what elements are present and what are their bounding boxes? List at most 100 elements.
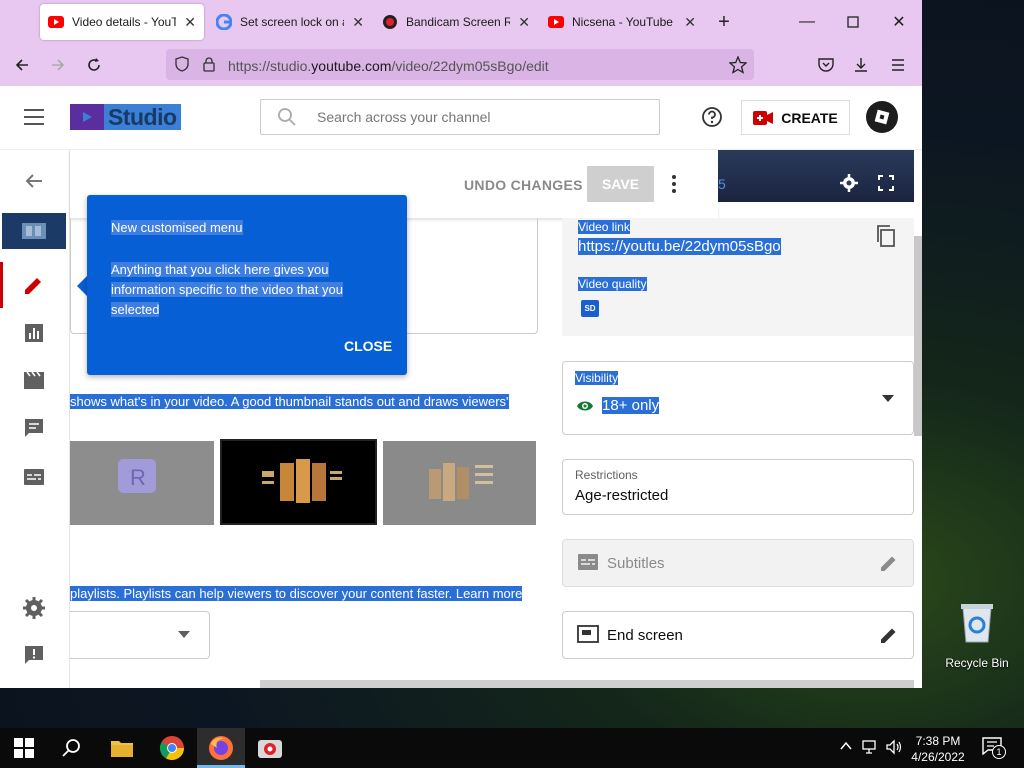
close-icon[interactable]: ✕: [518, 14, 530, 31]
video-camera-icon: [753, 110, 774, 125]
studio-logo[interactable]: Studio: [70, 104, 181, 130]
thumbnail-option-selected[interactable]: [220, 439, 377, 525]
settings-gear-icon[interactable]: [840, 174, 858, 192]
undo-changes-button[interactable]: UNDO CHANGES: [464, 177, 583, 193]
dropdown-arrow-icon[interactable]: [178, 631, 190, 639]
subtitles-icon[interactable]: [22, 465, 46, 489]
help-icon[interactable]: [701, 106, 723, 128]
notifications-button[interactable]: 1: [982, 737, 1006, 759]
maximize-button[interactable]: [839, 8, 867, 36]
edit-pencil-icon[interactable]: [879, 625, 899, 645]
playlist-description: playlists. Playlists can help viewers to…: [70, 586, 523, 601]
end-screen-label: End screen: [607, 627, 683, 644]
avatar[interactable]: [866, 101, 898, 133]
comments-icon[interactable]: [22, 416, 46, 440]
video-link-label: Video link: [578, 220, 630, 234]
video-preview[interactable]: 5: [718, 150, 914, 202]
thumbnail-image: [262, 459, 342, 503]
subtitles-icon: [578, 554, 598, 570]
create-button[interactable]: CREATE: [741, 100, 850, 135]
sd-quality-badge: SD: [581, 300, 599, 317]
volume-icon[interactable]: [885, 739, 903, 755]
close-icon[interactable]: ✕: [684, 14, 696, 31]
end-screen-icon: [577, 625, 599, 643]
chrome-icon[interactable]: [158, 734, 186, 762]
reload-button[interactable]: [80, 52, 108, 78]
tab-video-details[interactable]: Video details - YouTube ✕: [40, 4, 204, 40]
back-button[interactable]: [8, 52, 36, 78]
tab-title: Video details - YouTube: [72, 15, 177, 29]
new-tab-button[interactable]: +: [710, 8, 738, 36]
analytics-icon[interactable]: [22, 321, 46, 345]
tooltip-title: New customised menu: [111, 220, 243, 235]
preview-timestamp: 5: [718, 176, 726, 192]
search-placeholder: Search across your channel: [317, 109, 491, 125]
tab-title: Nicsena - YouTube: [572, 15, 673, 29]
minimize-button[interactable]: —: [793, 8, 821, 36]
play-logo-icon: [70, 104, 104, 130]
tooltip-body: Anything that you click here gives you i…: [111, 262, 343, 317]
video-link[interactable]: https://youtu.be/22dym05sBgo: [578, 238, 781, 255]
download-icon[interactable]: [852, 56, 870, 74]
video-thumbnail-mini[interactable]: [2, 213, 66, 249]
recycle-bin-label: Recycle Bin: [945, 656, 1009, 670]
fullscreen-icon[interactable]: [878, 175, 894, 191]
back-arrow-icon[interactable]: [22, 169, 46, 193]
more-options-icon[interactable]: [664, 172, 684, 196]
clock-time: 7:38 PM: [915, 734, 961, 748]
feedback-icon[interactable]: [22, 643, 46, 667]
search-icon[interactable]: [62, 738, 82, 758]
tooltip-arrow: [77, 276, 87, 296]
visibility-value: 18+ only: [602, 397, 660, 414]
subtitles-label: Subtitles: [607, 555, 665, 572]
settings-gear-icon[interactable]: [22, 596, 46, 620]
forward-button[interactable]: [44, 52, 72, 78]
tab-title: Set screen lock on an: [240, 15, 345, 29]
recycle-bin[interactable]: Recycle Bin: [944, 600, 1010, 670]
close-icon[interactable]: ✕: [352, 14, 364, 31]
pocket-icon[interactable]: [817, 56, 835, 74]
eye-icon: [577, 401, 593, 411]
edit-pencil-icon[interactable]: [879, 553, 899, 573]
google-icon: [216, 14, 232, 30]
tab-title: Bandicam Screen Rec: [406, 15, 511, 29]
close-window-button[interactable]: ✕: [885, 8, 913, 36]
thumbnail-option[interactable]: [383, 441, 536, 525]
url-text[interactable]: https://studio.youtube.com/video/22dym05…: [228, 58, 549, 74]
firefox-icon[interactable]: [207, 734, 235, 762]
system-clock[interactable]: 7:38 PM 4/26/2022: [908, 733, 968, 765]
thumbnail-upload[interactable]: R: [70, 441, 214, 525]
lock-icon[interactable]: [202, 56, 216, 72]
roblox-avatar-icon: [874, 109, 890, 125]
scrollbar[interactable]: [914, 236, 922, 436]
network-icon[interactable]: [862, 739, 880, 755]
edit-pencil-icon[interactable]: [22, 273, 46, 297]
reload-icon: [88, 58, 100, 71]
logo-text: Studio: [108, 103, 177, 130]
tooltip-close-button[interactable]: CLOSE: [344, 338, 392, 354]
hamburger-menu-icon[interactable]: [889, 56, 907, 74]
youtube-icon: [48, 16, 64, 28]
save-button[interactable]: SAVE: [587, 166, 654, 202]
tab-nicsena[interactable]: Nicsena - YouTube ✕: [540, 4, 704, 40]
shield-icon[interactable]: [174, 56, 190, 72]
svg-text:R: R: [130, 465, 146, 490]
tab-bandicam[interactable]: Bandicam Screen Rec ✕: [374, 4, 538, 40]
visibility-label: Visibility: [575, 371, 619, 385]
bookmark-star-icon[interactable]: [729, 56, 747, 74]
tab-screen-lock[interactable]: Set screen lock on an ✕: [208, 4, 372, 40]
chevron-up-icon[interactable]: [840, 741, 852, 751]
copy-icon[interactable]: [875, 224, 897, 248]
notification-count: 1: [992, 745, 1006, 759]
bandicam-icon[interactable]: [256, 734, 284, 762]
forward-arrow-icon: [52, 59, 65, 71]
thumbnail-description: shows what's in your video. A good thumb…: [70, 394, 509, 409]
dropdown-arrow-icon[interactable]: [882, 395, 894, 403]
menu-icon[interactable]: [23, 108, 45, 126]
create-label: CREATE: [781, 109, 838, 126]
editor-clapper-icon[interactable]: [22, 368, 46, 392]
active-indicator: [0, 262, 3, 308]
close-icon[interactable]: ✕: [184, 14, 196, 31]
windows-start-icon[interactable]: [14, 738, 34, 758]
file-explorer-icon[interactable]: [108, 734, 136, 762]
